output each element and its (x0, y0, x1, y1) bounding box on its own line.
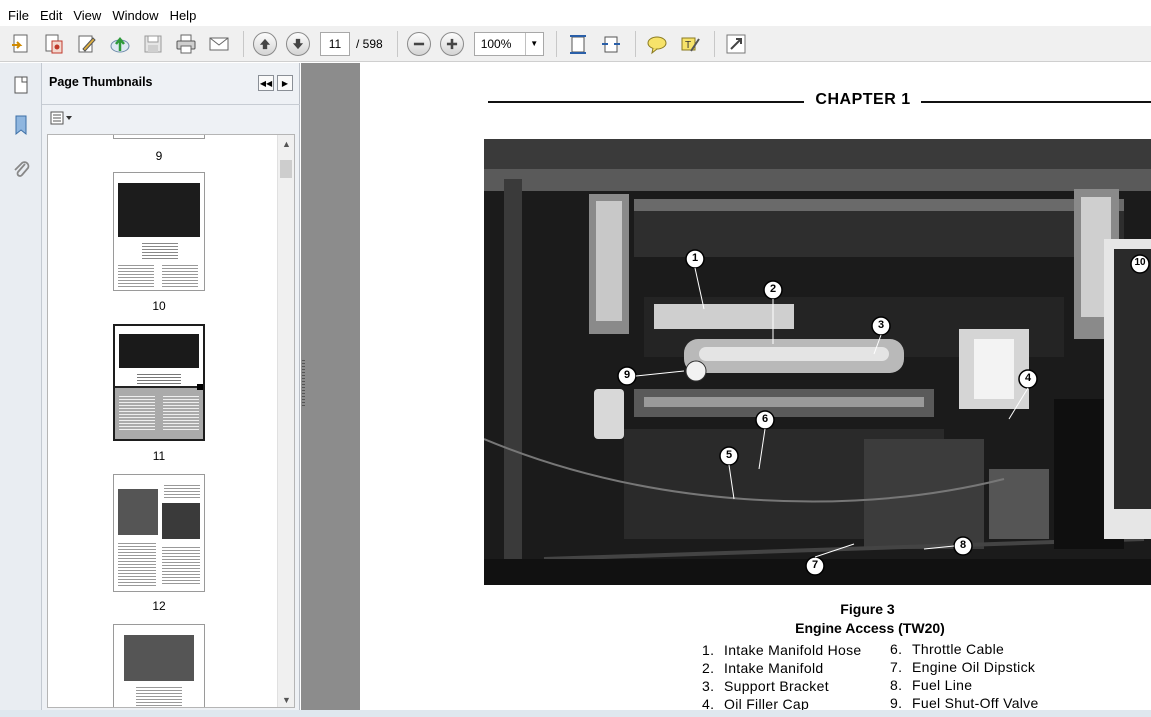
highlight-icon[interactable]: T (675, 30, 705, 58)
thumbnail-page-12[interactable] (113, 474, 205, 592)
create-pdf-icon[interactable] (6, 30, 36, 58)
thumbnail-label: 11 (152, 449, 166, 463)
menu-view[interactable]: View (69, 8, 108, 23)
thumbnail-panel: Page Thumbnails ◀◀ ▶ 9 10 11 12 ▲ ▼ (42, 63, 300, 717)
zoom-out-icon[interactable] (404, 30, 434, 58)
toolbar-separator (243, 30, 244, 57)
engine-photo: 1 2 3 4 5 6 7 8 9 10 (484, 139, 1151, 585)
comment-icon[interactable] (642, 30, 672, 58)
legend-item: 6. Throttle Cable (890, 641, 1005, 657)
chapter-heading: CHAPTER 1 (815, 91, 911, 108)
scrollbar-thumb[interactable] (280, 160, 292, 178)
edit-icon[interactable] (72, 30, 102, 58)
rule (921, 101, 1151, 103)
thumbnail-label: 10 (152, 299, 166, 313)
legend-item: 3. Support Bracket (702, 678, 829, 694)
callout-8: 8 (959, 539, 967, 551)
navigation-rail (0, 63, 42, 717)
legend-right: 6. Throttle Cable 7. Engine Oil Dipstick 8… (890, 640, 1039, 712)
menu-file[interactable]: File (4, 8, 36, 23)
thumbnail-page-9[interactable] (113, 135, 205, 139)
callout-10: 10 (1134, 257, 1146, 268)
page-number-input[interactable] (320, 31, 350, 56)
combine-files-icon[interactable] (39, 30, 69, 58)
thumbnail-label: 12 (152, 599, 166, 613)
toolbar-separator (713, 30, 715, 57)
toolbar-separator (634, 30, 636, 57)
chevron-down-icon[interactable]: ▼ (524, 32, 543, 55)
thumbnail-page-10[interactable] (113, 172, 205, 291)
callout-6: 6 (761, 413, 769, 425)
legend-item: 1. Intake Manifold Hose (702, 642, 862, 658)
full-screen-icon[interactable] (721, 30, 751, 58)
svg-text:T: T (685, 40, 691, 51)
callout-5: 5 (725, 449, 733, 461)
panel-title: Page Thumbnails (49, 75, 153, 89)
callout-7: 7 (811, 559, 819, 571)
rule (488, 101, 804, 103)
document-page: CHAPTER 1 1 2 3 4 5 6 7 8 9 10 Figure 3 … (360, 63, 1151, 717)
thumbnail-options-button[interactable] (49, 109, 75, 127)
zoom-in-icon[interactable] (437, 30, 467, 58)
legend-item: 2. Intake Manifold (702, 660, 824, 676)
previous-page-icon[interactable] (250, 30, 280, 58)
menu-window[interactable]: Window (108, 8, 165, 23)
panel-resize-handle[interactable] (302, 360, 305, 408)
attachment-icon[interactable] (7, 155, 35, 183)
callout-4: 4 (1024, 372, 1032, 384)
document-margin (301, 63, 360, 717)
scroll-up-icon[interactable]: ▲ (282, 139, 291, 149)
fit-page-icon[interactable] (563, 30, 593, 58)
figure-subtitle: Engine Access (TW20) (795, 620, 945, 636)
legend-item: 7. Engine Oil Dipstick (890, 659, 1036, 675)
thumbnail-label: 9 (155, 149, 163, 163)
menu-edit[interactable]: Edit (36, 8, 69, 23)
scroll-down-icon[interactable]: ▼ (282, 695, 291, 705)
zoom-input[interactable] (474, 32, 525, 55)
toolbar-separator (396, 30, 398, 57)
expand-panel-button[interactable]: ▶ (277, 75, 293, 91)
menu-help[interactable]: Help (166, 8, 204, 23)
page-thumbnails-icon[interactable] (7, 71, 35, 99)
divider (42, 104, 300, 105)
thumbnail-scrollbar[interactable]: ▲ ▼ (277, 135, 294, 707)
thumbnail-page-11[interactable] (113, 324, 205, 441)
callout-1: 1 (691, 252, 699, 264)
toolbar: / 598 ▼ T (0, 26, 1151, 62)
bookmark-icon[interactable] (7, 111, 35, 139)
legend-item: 8. Fuel Line (890, 677, 973, 693)
callout-9: 9 (623, 369, 631, 381)
figure-title: Figure 3 (840, 601, 895, 617)
legend-left: 1. Intake Manifold Hose 2. Intake Manifold… (702, 641, 862, 713)
callout-2: 2 (769, 283, 777, 295)
zoom-select[interactable]: ▼ (473, 31, 544, 56)
collapse-panel-button[interactable]: ◀◀ (258, 75, 274, 91)
save-icon[interactable] (138, 30, 168, 58)
email-icon[interactable] (204, 30, 234, 58)
upload-cloud-icon[interactable] (105, 30, 135, 58)
next-page-icon[interactable] (283, 30, 313, 58)
print-icon[interactable] (171, 30, 201, 58)
fit-width-icon[interactable] (596, 30, 626, 58)
thumbnail-page-13[interactable] (113, 624, 205, 707)
menu-bar: File Edit View Window Help (0, 4, 1151, 26)
toolbar-separator (555, 30, 557, 57)
thumbnail-list[interactable]: 9 10 11 12 ▲ ▼ (47, 134, 295, 708)
callout-3: 3 (877, 319, 885, 331)
page-total: / 598 (356, 36, 383, 51)
status-strip (0, 710, 1151, 717)
